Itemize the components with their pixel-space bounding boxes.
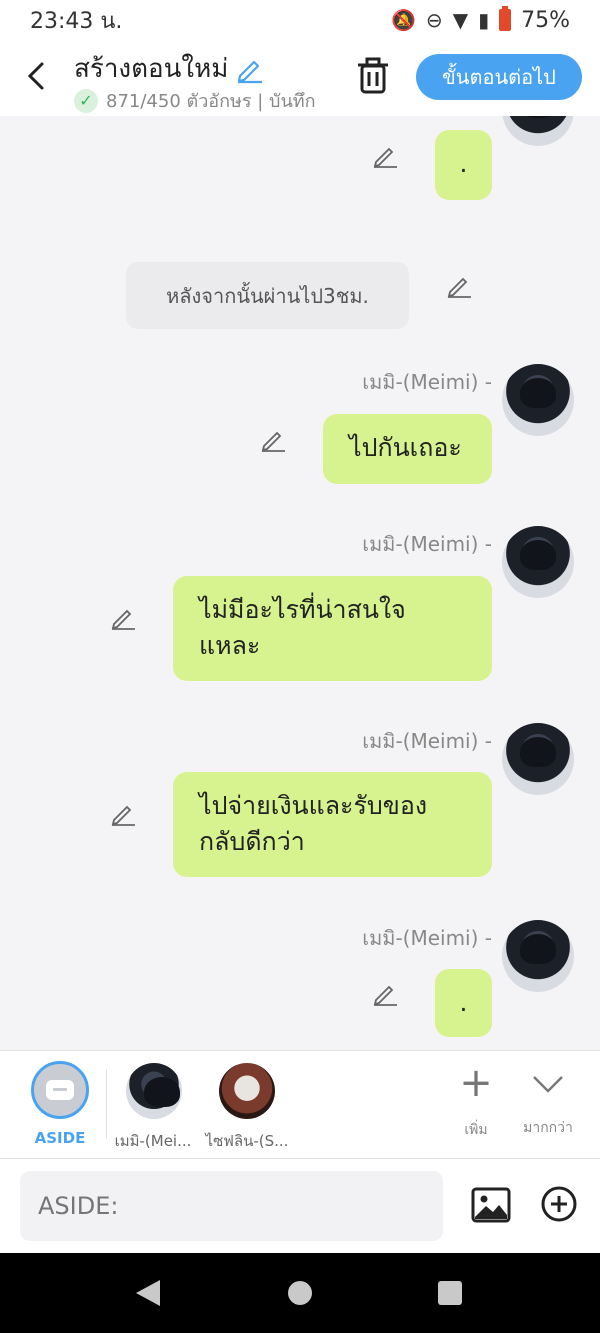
character-avatar-syphlin[interactable] — [219, 1063, 275, 1119]
message-line: กลับดีกว่า — [199, 827, 305, 856]
chevron-left-icon — [27, 62, 44, 90]
aside-label: ASIDE — [34, 1129, 86, 1147]
system-nav-bar — [0, 1253, 600, 1333]
next-step-button[interactable]: ขั้นตอนต่อไป — [416, 54, 582, 100]
speaker-name: เมมิ-(Meimi) - — [362, 370, 492, 394]
status-bar: 23:43 น. 🔕 ⊖ ▼ ▮ 75% — [0, 0, 600, 40]
back-button[interactable] — [22, 58, 52, 94]
mute-icon: 🔕 — [391, 8, 416, 32]
message-line: ไปจ่ายเงินและรับของ — [199, 791, 428, 820]
edit-title-icon[interactable] — [234, 54, 264, 84]
aside-button[interactable] — [31, 1061, 89, 1119]
add-character-button[interactable]: + เพิ่ม — [446, 1059, 506, 1141]
input-bar — [0, 1158, 600, 1253]
add-circle-icon[interactable] — [540, 1185, 578, 1223]
image-icon[interactable] — [471, 1187, 511, 1223]
signal-icon: ▮ — [478, 8, 490, 32]
dnd-icon: ⊖ — [425, 8, 443, 32]
trash-icon[interactable] — [356, 56, 390, 94]
message-bubble[interactable]: . — [435, 969, 492, 1037]
narration-bubble[interactable]: หลังจากนั้นผ่านไป3ชม. — [126, 262, 409, 329]
speaker-name: เมมิ-(Meimi) - — [362, 729, 492, 753]
message-bubble[interactable]: ไปจ่ายเงินและรับของ กลับดีกว่า — [173, 772, 492, 877]
wifi-icon: ▼ — [452, 8, 469, 32]
more-label: มากกว่า — [523, 1120, 573, 1136]
avatar[interactable] — [502, 364, 574, 436]
speaker-name: เมมิ-(Meimi) - — [362, 926, 492, 950]
divider — [106, 1069, 107, 1139]
chevron-down-icon — [533, 1076, 563, 1093]
message-input[interactable] — [20, 1171, 443, 1241]
header: สร้างตอนใหม่ ✓ 871/450 ตัวอักษร | บันทึก… — [0, 40, 600, 116]
pencil-icon[interactable] — [110, 800, 136, 826]
battery-icon — [499, 6, 512, 31]
message-line: แหละ — [199, 631, 261, 660]
character-label: ไซฟลิน-(S... — [205, 1132, 289, 1150]
message-bubble[interactable]: . — [435, 130, 492, 200]
character-avatar-meimi[interactable] — [126, 1063, 182, 1119]
character-bar: ASIDE เมมิ-(Mei... ไซฟลิน-(S... + เพิ่ม … — [0, 1050, 600, 1158]
pencil-icon[interactable] — [372, 980, 398, 1006]
chat-bubble-icon — [46, 1080, 74, 1100]
character-label: เมมิ-(Mei... — [114, 1132, 192, 1150]
avatar[interactable] — [502, 116, 574, 146]
pencil-icon[interactable] — [260, 426, 286, 452]
nav-home-icon[interactable] — [288, 1281, 312, 1305]
add-label: เพิ่ม — [464, 1122, 488, 1138]
battery-percent: 75% — [521, 7, 570, 33]
message-bubble[interactable]: ไปกันเถอะ — [323, 414, 492, 484]
avatar[interactable] — [502, 526, 574, 598]
title-text: สร้างตอนใหม่ — [74, 54, 229, 84]
screen: 23:43 น. 🔕 ⊖ ▼ ▮ 75% สร้างตอนใหม่ ✓ 871/… — [0, 0, 600, 1333]
pencil-icon[interactable] — [372, 142, 398, 168]
nav-recents-icon[interactable] — [438, 1281, 462, 1305]
page-title: สร้างตอนใหม่ — [74, 48, 264, 89]
check-icon: ✓ — [74, 88, 98, 113]
speaker-name: เมมิ-(Meimi) - — [362, 532, 492, 556]
message-bubble[interactable]: ไม่มีอะไรที่น่าสนใจ แหละ — [173, 576, 492, 681]
message-line: ไม่มีอะไรที่น่าสนใจ — [199, 595, 406, 624]
more-button[interactable]: มากกว่า — [518, 1059, 578, 1139]
avatar[interactable] — [502, 920, 574, 992]
pencil-icon[interactable] — [446, 272, 472, 298]
char-count-line: ✓ 871/450 ตัวอักษร | บันทึก — [74, 86, 316, 115]
nav-back-icon[interactable] — [136, 1280, 160, 1306]
pencil-icon[interactable] — [110, 604, 136, 630]
avatar[interactable] — [502, 723, 574, 795]
status-time: 23:43 น. — [30, 8, 123, 34]
status-icons: 🔕 ⊖ ▼ ▮ 75% — [391, 6, 570, 33]
plus-icon: + — [459, 1060, 493, 1106]
chat-area[interactable]: . หลังจากนั้นผ่านไป3ชม. เมมิ-(Meimi) - ไ… — [0, 116, 600, 1050]
char-count: 871/450 ตัวอักษร | บันทึก — [106, 91, 316, 112]
